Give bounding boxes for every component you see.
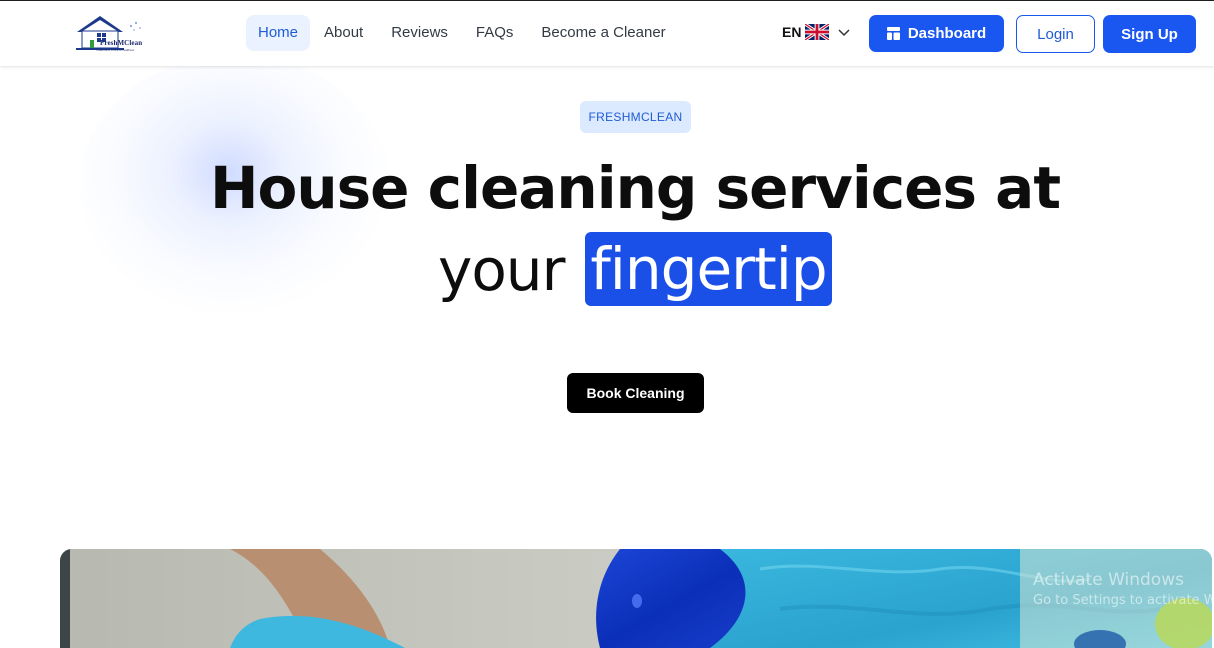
brand-tagline: Cleanliness is next to Godliness bbox=[96, 48, 135, 52]
nav-item-about[interactable]: About bbox=[310, 15, 377, 51]
language-code: EN bbox=[782, 24, 802, 40]
dashboard-layout-icon bbox=[886, 27, 900, 40]
language-selector[interactable]: EN bbox=[782, 24, 851, 40]
uk-flag-icon bbox=[805, 24, 830, 40]
hero-title-line1: House cleaning services at bbox=[209, 154, 1061, 222]
hero-badge: FRESHMCLEAN bbox=[580, 101, 691, 133]
dashboard-label: Dashboard bbox=[907, 25, 987, 42]
brand-name: FreshMClean bbox=[100, 39, 143, 47]
login-button[interactable]: Login bbox=[1016, 15, 1095, 53]
nav-item-faqs[interactable]: FAQs bbox=[462, 15, 528, 51]
nav-item-become-cleaner[interactable]: Become a Cleaner bbox=[527, 15, 679, 51]
hero-title-highlight: fingertip bbox=[585, 232, 832, 306]
navbar: FreshMClean Cleanliness is next to Godli… bbox=[0, 1, 1214, 66]
nav-item-reviews[interactable]: Reviews bbox=[377, 15, 462, 51]
main-nav: Home About Reviews FAQs Become a Cleaner bbox=[246, 15, 680, 51]
hero-title-line2: your bbox=[438, 236, 565, 304]
dashboard-button[interactable]: Dashboard bbox=[869, 15, 1004, 52]
watermark-title: Activate Windows bbox=[1033, 570, 1184, 590]
chevron-down-icon bbox=[838, 29, 850, 37]
signup-button[interactable]: Sign Up bbox=[1103, 15, 1196, 53]
os-activation-watermark: Activate Windows Go to Settings to activ… bbox=[1033, 570, 1214, 608]
watermark-subtitle: Go to Settings to activate Windows. bbox=[1033, 593, 1214, 608]
book-cleaning-button[interactable]: Book Cleaning bbox=[567, 373, 704, 413]
nav-item-home[interactable]: Home bbox=[246, 15, 311, 51]
